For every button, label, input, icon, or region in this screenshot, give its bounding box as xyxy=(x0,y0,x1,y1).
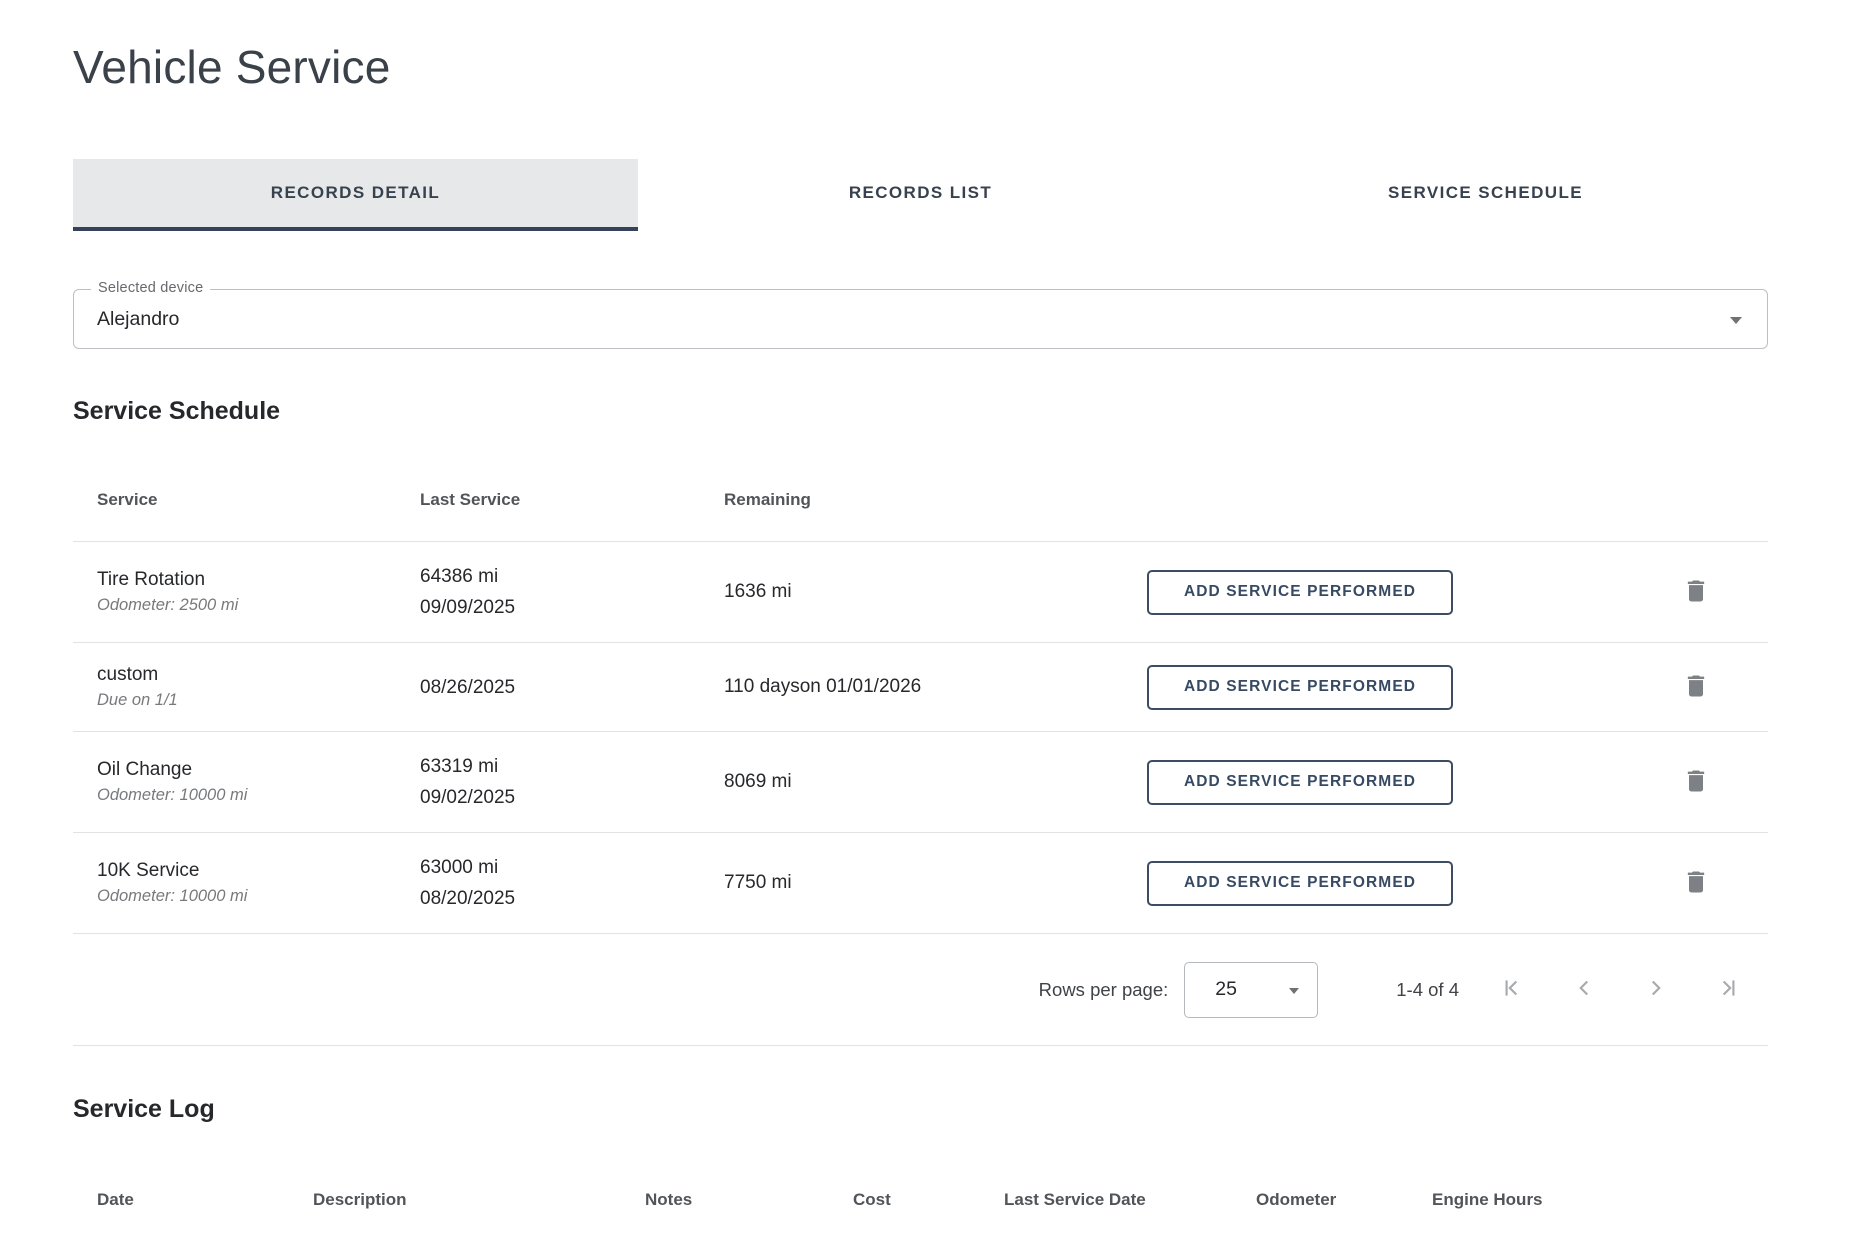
remaining-cell: 8069 mi xyxy=(724,771,1147,793)
table-row: Tire Rotation Odometer: 2500 mi 64386 mi… xyxy=(73,542,1768,643)
last-service-cell: 64386 mi 09/09/2025 xyxy=(420,561,724,623)
schedule-header-row: Service Last Service Remaining xyxy=(73,426,1768,542)
service-name: Oil Change xyxy=(97,757,420,783)
last-page-icon xyxy=(1715,975,1741,1004)
service-note: Odometer: 10000 mi xyxy=(97,884,420,908)
last-service-cell: 63319 mi 09/02/2025 xyxy=(420,751,724,813)
dropdown-arrow-icon xyxy=(1289,988,1299,994)
delete-row-button[interactable] xyxy=(1682,868,1710,899)
last-service-date: 08/20/2025 xyxy=(420,883,724,914)
last-service-mileage: 63000 mi xyxy=(420,852,724,883)
last-service-date: 09/02/2025 xyxy=(420,782,724,813)
device-select-value: Alejandro xyxy=(74,308,179,331)
delete-row-button[interactable] xyxy=(1682,672,1710,703)
service-cell: 10K Service Odometer: 10000 mi xyxy=(73,858,420,908)
service-note: Odometer: 2500 mi xyxy=(97,593,420,617)
delete-row-button[interactable] xyxy=(1682,577,1710,608)
trash-icon xyxy=(1682,767,1710,798)
dropdown-arrow-icon xyxy=(1730,317,1742,324)
col-header-last-service: Last Service xyxy=(420,490,724,510)
table-row: Oil Change Odometer: 10000 mi 63319 mi 0… xyxy=(73,732,1768,833)
next-page-button[interactable] xyxy=(1643,977,1669,1003)
rows-per-page-label: Rows per page: xyxy=(1039,979,1169,1001)
service-log-heading: Service Log xyxy=(73,1095,1768,1124)
table-row: custom Due on 1/1 08/26/2025 110 dayson … xyxy=(73,643,1768,732)
col-header-description: Description xyxy=(313,1190,645,1210)
tab-service-schedule[interactable]: SERVICE SCHEDULE xyxy=(1203,159,1768,231)
page-title: Vehicle Service xyxy=(73,0,1768,94)
add-service-performed-button[interactable]: ADD SERVICE PERFORMED xyxy=(1147,570,1453,615)
remaining-cell: 7750 mi xyxy=(724,872,1147,894)
last-service-mileage: 64386 mi xyxy=(420,561,724,592)
last-service-cell: 63000 mi 08/20/2025 xyxy=(420,852,724,914)
last-service-date: 09/09/2025 xyxy=(420,592,724,623)
service-cell: Tire Rotation Odometer: 2500 mi xyxy=(73,567,420,617)
col-header-remaining: Remaining xyxy=(724,490,1147,510)
trash-icon xyxy=(1682,672,1710,703)
service-schedule-heading: Service Schedule xyxy=(73,397,1768,426)
last-service-date: 08/26/2025 xyxy=(420,672,724,703)
next-page-icon xyxy=(1643,975,1669,1004)
remaining-cell: 1636 mi xyxy=(724,581,1147,603)
service-cell: Oil Change Odometer: 10000 mi xyxy=(73,757,420,807)
add-service-performed-button[interactable]: ADD SERVICE PERFORMED xyxy=(1147,861,1453,906)
col-header-service: Service xyxy=(73,490,420,510)
trash-icon xyxy=(1682,868,1710,899)
service-schedule-table: Service Last Service Remaining Tire Rota… xyxy=(73,426,1768,1046)
col-header-engine-hours: Engine Hours xyxy=(1432,1190,1768,1210)
remaining-cell: 110 dayson 01/01/2026 xyxy=(724,676,1147,698)
service-note: Due on 1/1 xyxy=(97,688,420,712)
delete-row-button[interactable] xyxy=(1682,767,1710,798)
add-service-performed-button[interactable]: ADD SERVICE PERFORMED xyxy=(1147,665,1453,710)
rows-per-page-select[interactable]: 25 xyxy=(1184,962,1318,1018)
service-log-header-row: Date Description Notes Cost Last Service… xyxy=(73,1124,1768,1210)
service-note: Odometer: 10000 mi xyxy=(97,783,420,807)
pagination-controls xyxy=(1499,977,1741,1003)
previous-page-button[interactable] xyxy=(1571,977,1597,1003)
tab-records-detail[interactable]: RECORDS DETAIL xyxy=(73,159,638,231)
first-page-icon xyxy=(1499,975,1525,1004)
service-name: Tire Rotation xyxy=(97,567,420,593)
col-header-date: Date xyxy=(73,1190,313,1210)
tab-records-list[interactable]: RECORDS LIST xyxy=(638,159,1203,231)
service-cell: custom Due on 1/1 xyxy=(73,662,420,712)
device-select-label: Selected device xyxy=(91,280,210,296)
rows-per-page-value: 25 xyxy=(1185,978,1237,1001)
col-header-odometer: Odometer xyxy=(1256,1190,1432,1210)
table-row: 10K Service Odometer: 10000 mi 63000 mi … xyxy=(73,833,1768,934)
previous-page-icon xyxy=(1571,975,1597,1004)
last-service-cell: 08/26/2025 xyxy=(420,672,724,703)
add-service-performed-button[interactable]: ADD SERVICE PERFORMED xyxy=(1147,760,1453,805)
col-header-notes: Notes xyxy=(645,1190,853,1210)
page-range-label: 1-4 of 4 xyxy=(1396,979,1459,1001)
trash-icon xyxy=(1682,577,1710,608)
first-page-button[interactable] xyxy=(1499,977,1525,1003)
device-select[interactable]: Selected device Alejandro xyxy=(73,289,1768,349)
col-header-cost: Cost xyxy=(853,1190,1004,1210)
service-name: custom xyxy=(97,662,420,688)
tab-bar: RECORDS DETAIL RECORDS LIST SERVICE SCHE… xyxy=(73,159,1768,231)
service-name: 10K Service xyxy=(97,858,420,884)
col-header-last-service-date: Last Service Date xyxy=(1004,1190,1256,1210)
last-page-button[interactable] xyxy=(1715,977,1741,1003)
pagination: Rows per page: 25 1-4 of 4 xyxy=(73,934,1768,1046)
last-service-mileage: 63319 mi xyxy=(420,751,724,782)
